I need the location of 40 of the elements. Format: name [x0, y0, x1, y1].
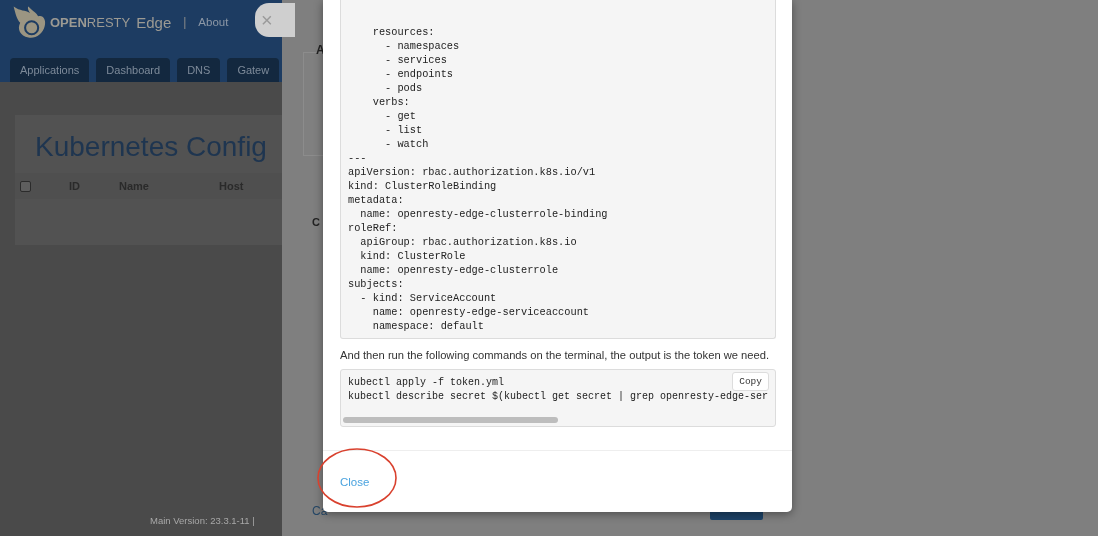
code-line: apiGroup: rbac.authorization.k8s.io: [359, 235, 577, 249]
nav-tab[interactable]: Gatew: [227, 58, 280, 82]
code-line: name: openresty-edge-clusterrole: [359, 263, 559, 277]
product-name: Edge: [136, 13, 172, 31]
code-line: kubectl describe secret $(kubectl get secret | grep openresty-edge-ser: [348, 390, 769, 404]
code-line: roleRef:: [348, 221, 398, 235]
code-line: - kind: ServiceAccount: [359, 291, 497, 305]
instruction-text: And then run the following commands on the terminal, the output is the token we need.: [340, 349, 771, 361]
nav-separator: |: [183, 15, 187, 29]
code-line: subjects:: [348, 277, 404, 291]
nav-tab[interactable]: Dashboard: [96, 58, 171, 82]
code-line: - services: [384, 53, 447, 67]
code-line: name: openresty-edge-clusterrole-binding: [359, 207, 608, 221]
code-line: - endpoints: [384, 67, 454, 81]
flame-logo-icon: [12, 4, 48, 40]
about-link[interactable]: About: [198, 16, 229, 28]
code-line: - list: [384, 123, 423, 137]
version-text: Main Version: 23.3.1-11 |: [150, 515, 255, 526]
code-line: resources:: [371, 25, 435, 39]
code-line: namespace: default: [371, 319, 484, 333]
code-line: metadata:: [348, 193, 404, 207]
nav-tab[interactable]: Applications: [10, 58, 90, 82]
logo-wordmark: OPENRESTY: [50, 14, 131, 30]
select-all-checkbox[interactable]: [20, 180, 31, 192]
code-line: ---: [348, 151, 367, 165]
code-line: - pods: [384, 81, 423, 95]
code-line: kind: ClusterRole: [359, 249, 466, 263]
code-line: - watch: [384, 137, 429, 151]
code-line: apiVersion: rbac.authorization.k8s.io/v1: [348, 165, 596, 179]
code-line: kind: ClusterRoleBinding: [348, 179, 497, 193]
code-line: verbs:: [371, 95, 410, 109]
code-line: - get: [384, 109, 416, 123]
code-line: name: openresty-edge-serviceaccount: [371, 305, 589, 319]
close-link[interactable]: Close: [340, 475, 370, 488]
nav-tab[interactable]: DNS: [177, 58, 221, 82]
scrollbar-thumb[interactable]: [343, 417, 558, 423]
copy-button[interactable]: Copy: [732, 372, 769, 391]
code-line: kubectl apply -f token.yml: [348, 376, 505, 390]
code-line: - namespaces: [384, 39, 460, 53]
field-label: C: [312, 216, 320, 228]
